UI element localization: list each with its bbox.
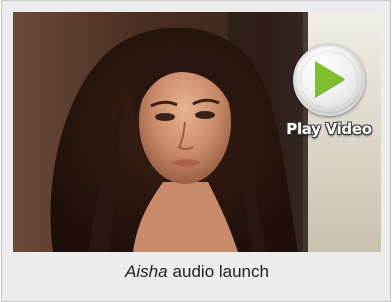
caption-title-rest: audio launch [172,262,269,281]
caption-title-italic: Aisha [125,262,168,281]
video-caption: Aisha audio launch [13,252,381,292]
play-icon [315,61,345,97]
video-thumbnail[interactable]: Play Video [13,12,381,252]
play-video-button[interactable]: Play Video [286,44,372,160]
play-video-label: Play Video [286,120,372,138]
video-card: Play Video Aisha audio launch [1,0,391,302]
